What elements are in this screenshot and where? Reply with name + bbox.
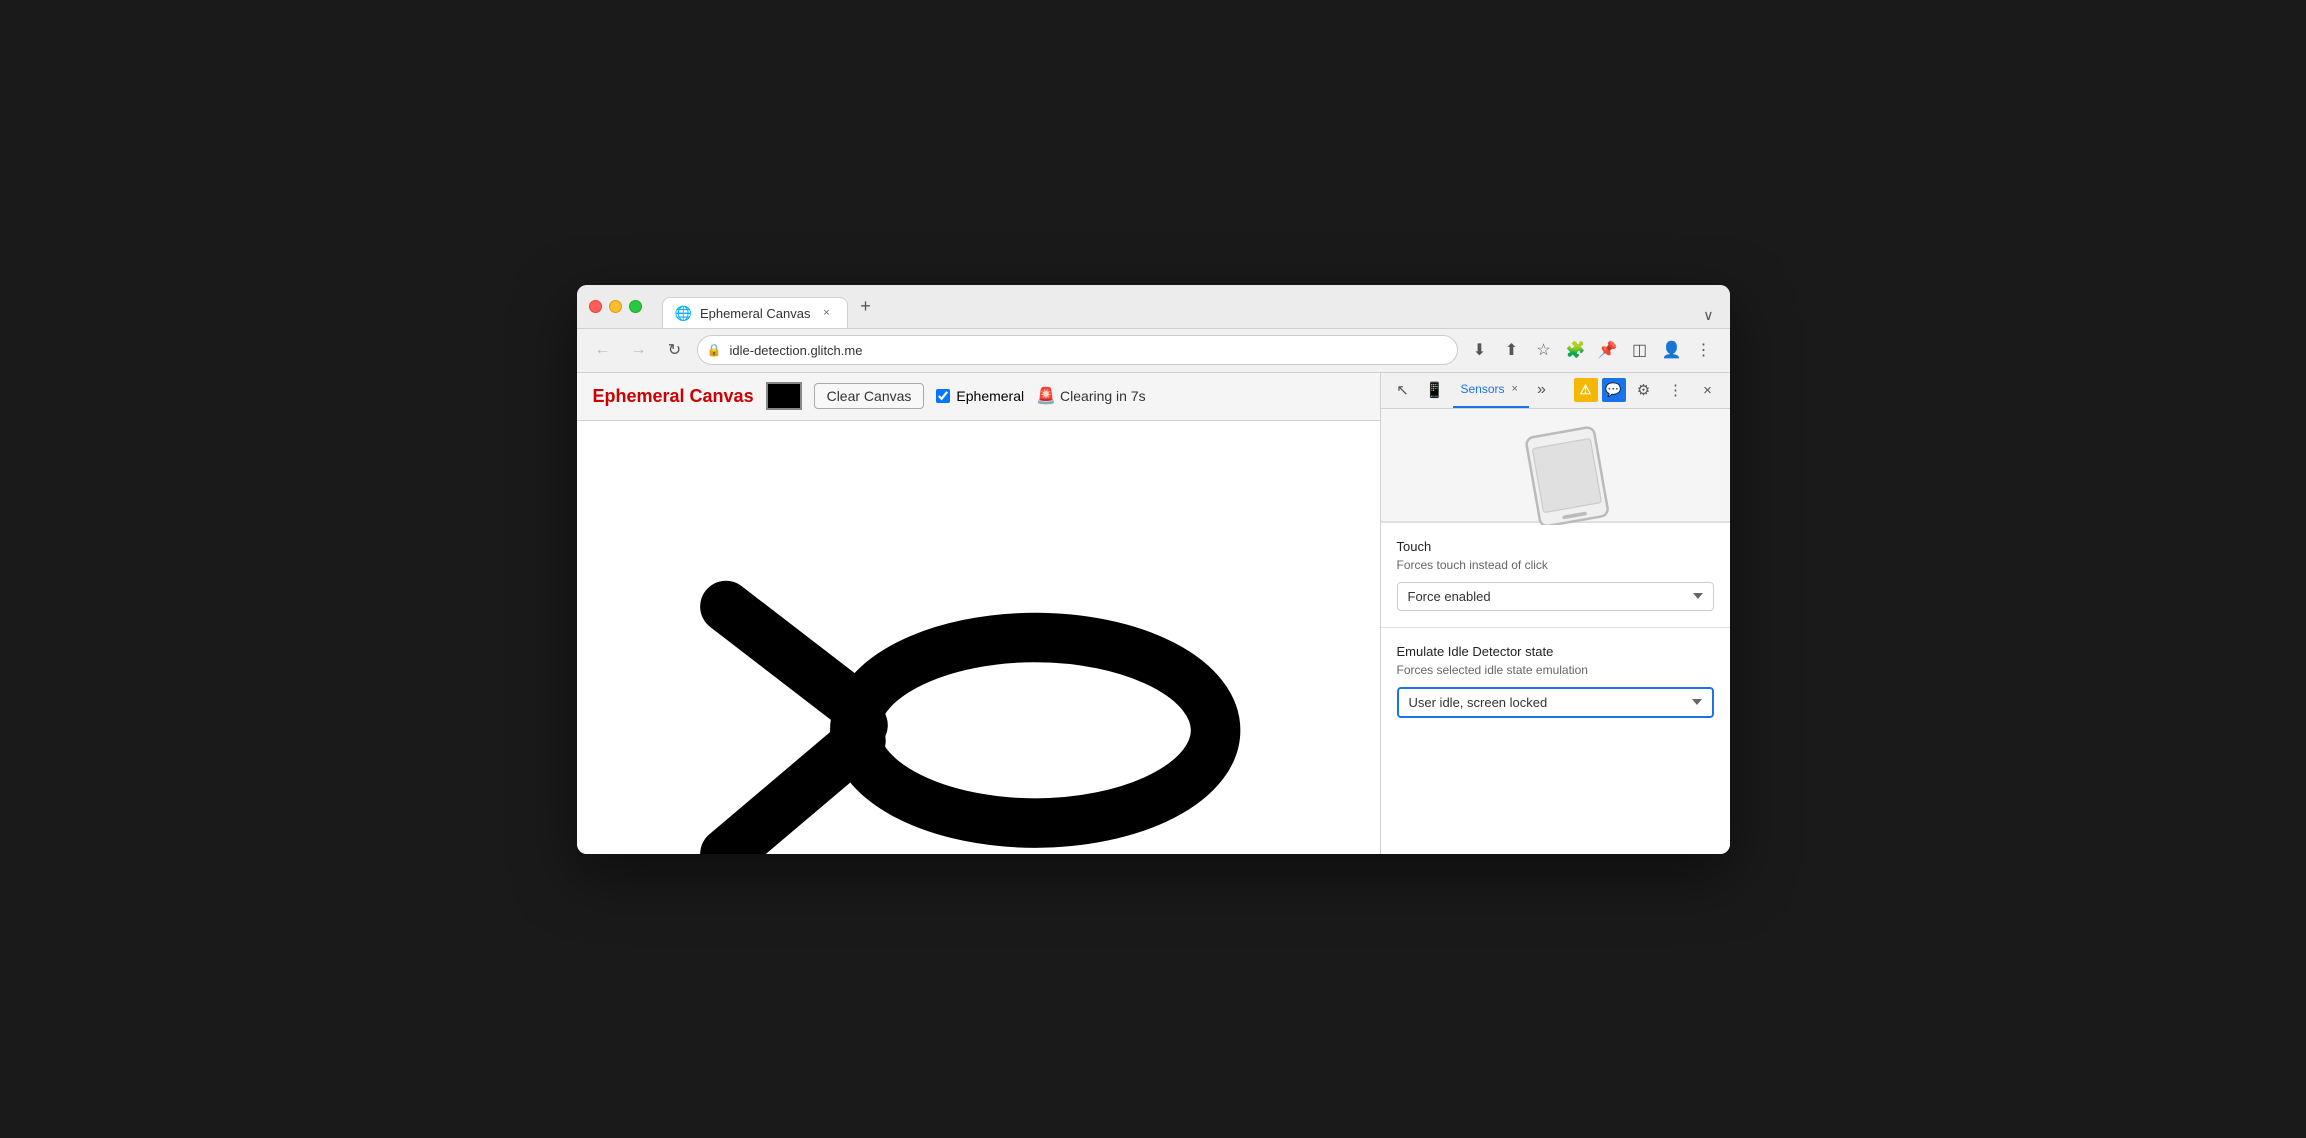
profile-icon[interactable]: 👤 xyxy=(1658,336,1686,364)
clear-canvas-button[interactable]: Clear Canvas xyxy=(814,383,925,409)
sensors-tab[interactable]: Sensors × xyxy=(1453,373,1529,409)
ephemeral-label: Ephemeral xyxy=(956,388,1024,404)
active-tab[interactable]: 🌐 Ephemeral Canvas × xyxy=(662,297,848,328)
devtools-tabs-bar: ↖ 📱 Sensors × » ⚠ 💬 ⚙ ⋮ × xyxy=(1381,373,1730,409)
devtools-more-tabs[interactable]: » xyxy=(1533,379,1550,401)
color-swatch[interactable] xyxy=(766,382,802,410)
address-input-wrapper: 🔒 xyxy=(697,335,1458,365)
devtools-device-icon[interactable]: 📱 xyxy=(1421,376,1449,404)
tab-title: Ephemeral Canvas xyxy=(700,306,811,321)
devtools-settings-icon[interactable]: ⚙ xyxy=(1630,376,1658,404)
idle-title: Emulate Idle Detector state xyxy=(1397,644,1714,659)
ephemeral-checkbox[interactable] xyxy=(936,389,950,403)
address-bar: ← → ↻ 🔒 ⬇ ⬆ ☆ 🧩 📌 ◫ 👤 ⋮ xyxy=(577,329,1730,373)
tab-favicon: 🌐 xyxy=(675,305,692,322)
idle-section: Emulate Idle Detector state Forces selec… xyxy=(1381,628,1730,734)
ephemeral-checkbox-label[interactable]: Ephemeral xyxy=(936,388,1024,404)
touch-select[interactable]: No override Force enabled Force disabled xyxy=(1397,582,1714,611)
phone-preview xyxy=(1381,409,1730,522)
canvas-title: Ephemeral Canvas xyxy=(593,386,754,407)
devtools-toolbar-right: ⚠ 💬 ⚙ ⋮ × xyxy=(1574,376,1722,404)
toolbar-icons: ⬇ ⬆ ☆ 🧩 📌 ◫ 👤 ⋮ xyxy=(1466,336,1718,364)
download-icon[interactable]: ⬇ xyxy=(1466,336,1494,364)
touch-desc: Forces touch instead of click xyxy=(1397,558,1714,572)
extensions-icon[interactable]: 🧩 xyxy=(1562,336,1590,364)
maximize-button[interactable] xyxy=(629,300,642,313)
share-icon[interactable]: ⬆ xyxy=(1498,336,1526,364)
tab-close-button[interactable]: × xyxy=(819,305,835,321)
devtools-close-icon[interactable]: × xyxy=(1694,376,1722,404)
devtools-cursor-icon[interactable]: ↖ xyxy=(1389,376,1417,404)
clearing-text: Clearing in 7s xyxy=(1060,388,1146,404)
browser-window: 🌐 Ephemeral Canvas × + ∨ ← → ↻ 🔒 ⬇ ⬆ ☆ 🧩… xyxy=(577,285,1730,854)
tabs-bar: 🌐 Ephemeral Canvas × + ∨ xyxy=(662,285,1718,328)
title-bar: 🌐 Ephemeral Canvas × + ∨ xyxy=(577,285,1730,329)
devtools-content: Touch Forces touch instead of click No o… xyxy=(1381,409,1730,854)
canvas-toolbar: Ephemeral Canvas Clear Canvas Ephemeral … xyxy=(577,373,1380,421)
address-input[interactable] xyxy=(697,335,1458,365)
idle-state-select[interactable]: No idle emulation User active, screen un… xyxy=(1397,687,1714,718)
devtools-chat-icon[interactable]: 💬 xyxy=(1602,378,1626,402)
clearing-emoji: 🚨 xyxy=(1036,386,1056,406)
sensors-tab-label: Sensors xyxy=(1461,382,1505,396)
traffic-lights xyxy=(589,300,642,313)
devtools-warn-icon[interactable]: ⚠ xyxy=(1574,378,1598,402)
canvas-area: Ephemeral Canvas Clear Canvas Ephemeral … xyxy=(577,373,1380,854)
back-button[interactable]: ← xyxy=(589,336,617,364)
sensors-tab-close[interactable]: × xyxy=(1509,382,1521,396)
pin-icon[interactable]: 📌 xyxy=(1594,336,1622,364)
new-tab-button[interactable]: + xyxy=(852,292,880,320)
devtools-panel: ↖ 📱 Sensors × » ⚠ 💬 ⚙ ⋮ × xyxy=(1380,373,1730,854)
forward-button[interactable]: → xyxy=(625,336,653,364)
close-button[interactable] xyxy=(589,300,602,313)
split-icon[interactable]: ◫ xyxy=(1626,336,1654,364)
main-content: Ephemeral Canvas Clear Canvas Ephemeral … xyxy=(577,373,1730,854)
browser-menu-icon[interactable]: ⋮ xyxy=(1690,336,1718,364)
touch-section: Touch Forces touch instead of click No o… xyxy=(1381,523,1730,627)
touch-title: Touch xyxy=(1397,539,1714,554)
lock-icon: 🔒 xyxy=(707,343,722,357)
phone-image xyxy=(1495,425,1615,505)
devtools-menu-icon[interactable]: ⋮ xyxy=(1662,376,1690,404)
clearing-badge: 🚨 Clearing in 7s xyxy=(1036,386,1146,406)
canvas-drawing xyxy=(577,421,1380,854)
star-icon[interactable]: ☆ xyxy=(1530,336,1558,364)
tab-list-chevron[interactable]: ∨ xyxy=(1699,303,1717,328)
reload-button[interactable]: ↻ xyxy=(661,336,689,364)
idle-desc: Forces selected idle state emulation xyxy=(1397,663,1714,677)
drawing-canvas[interactable] xyxy=(577,421,1380,854)
minimize-button[interactable] xyxy=(609,300,622,313)
